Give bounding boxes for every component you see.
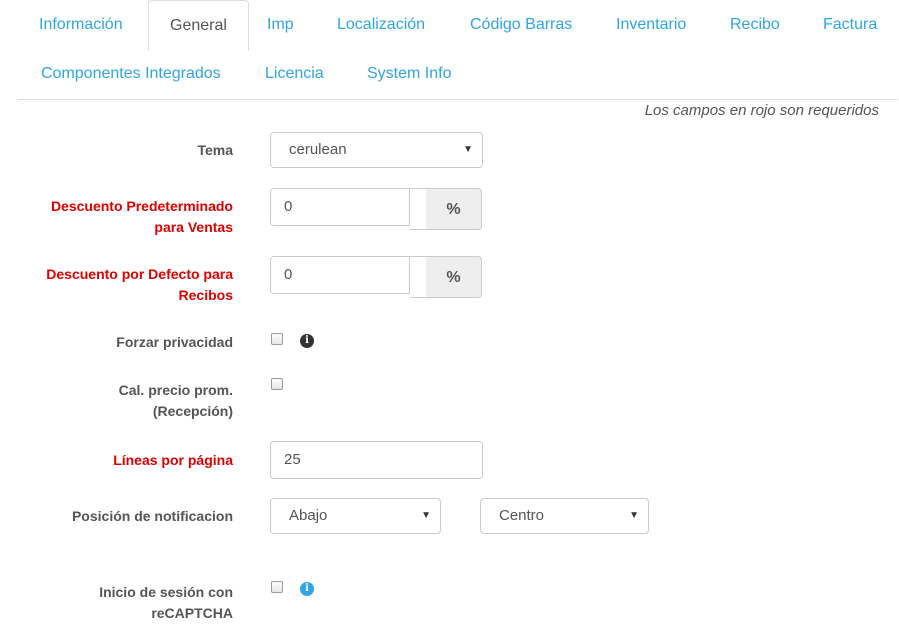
tab-general[interactable]: General (148, 0, 249, 51)
chevron-down-icon: ▼ (463, 144, 473, 155)
forzar-privacidad-checkbox[interactable] (271, 333, 283, 345)
info-icon[interactable]: i (300, 582, 314, 596)
tab-inventario[interactable]: Inventario (595, 0, 707, 50)
descuento-ventas-input[interactable]: 0 (270, 188, 410, 226)
descuento-recibos-label-line2: Recibos (178, 287, 233, 303)
posicion-vertical-value: Abajo (289, 507, 328, 524)
recaptcha-label-line1: Inicio de sesión con (99, 584, 233, 600)
tab-informacion[interactable]: Información (18, 0, 144, 50)
cal-precio-checkbox[interactable] (271, 378, 283, 390)
tab-codigo-barras[interactable]: Código Barras (449, 0, 593, 50)
percent-toggle-recibos[interactable]: % (410, 256, 482, 298)
settings-tabs: Información General Imp Localización Cód… (18, 0, 898, 100)
tab-imp[interactable]: Imp (246, 0, 315, 50)
descuento-recibos-label-line1: Descuento por Defecto para (46, 266, 233, 282)
posicion-horizontal-select[interactable]: Centro ▼ (480, 498, 649, 534)
posicion-horizontal-value: Centro (499, 507, 545, 524)
chevron-down-icon: ▼ (629, 510, 639, 521)
descuento-recibos-label: Descuento por Defecto para Recibos (46, 264, 233, 306)
toggle-knob (410, 189, 426, 229)
percent-toggle-ventas[interactable]: % (410, 188, 482, 230)
tab-recibo[interactable]: Recibo (709, 0, 801, 50)
tab-system-info[interactable]: System Info (346, 49, 472, 99)
tab-localizacion[interactable]: Localización (316, 0, 446, 50)
descuento-ventas-label-line2: para Ventas (154, 219, 233, 235)
tema-label: Tema (197, 142, 233, 158)
cal-precio-label-line2: (Recepción) (152, 403, 233, 419)
recaptcha-label: Inicio de sesión con reCAPTCHA (99, 582, 233, 624)
cal-precio-label: Cal. precio prom. (Recepción) (119, 380, 233, 422)
tema-select[interactable]: cerulean ▼ (270, 132, 483, 168)
tab-factura[interactable]: Factura (802, 0, 898, 50)
required-fields-note: Los campos en rojo son requeridos (644, 102, 879, 119)
tema-value: cerulean (289, 141, 347, 158)
descuento-ventas-label: Descuento Predeterminado para Ventas (51, 196, 233, 238)
posicion-label: Posición de notificacion (71, 508, 233, 524)
posicion-vertical-select[interactable]: Abajo ▼ (270, 498, 441, 534)
descuento-recibos-input[interactable]: 0 (270, 256, 410, 294)
cal-precio-label-line1: Cal. precio prom. (118, 382, 233, 398)
lineas-label: Líneas por página (113, 452, 233, 468)
toggle-knob (410, 257, 426, 297)
tab-licencia[interactable]: Licencia (244, 49, 345, 99)
chevron-down-icon: ▼ (421, 510, 431, 521)
forzar-privacidad-label: Forzar privacidad (116, 334, 233, 350)
percent-label: % (446, 269, 461, 286)
info-icon[interactable]: i (300, 334, 314, 348)
lineas-input[interactable]: 25 (270, 441, 483, 479)
percent-label: % (446, 201, 461, 218)
recaptcha-label-line2: reCAPTCHA (151, 605, 233, 621)
recaptcha-checkbox[interactable] (271, 581, 283, 593)
descuento-ventas-label-line1: Descuento Predeterminado (50, 198, 233, 214)
tab-componentes-integrados[interactable]: Componentes Integrados (20, 49, 242, 99)
